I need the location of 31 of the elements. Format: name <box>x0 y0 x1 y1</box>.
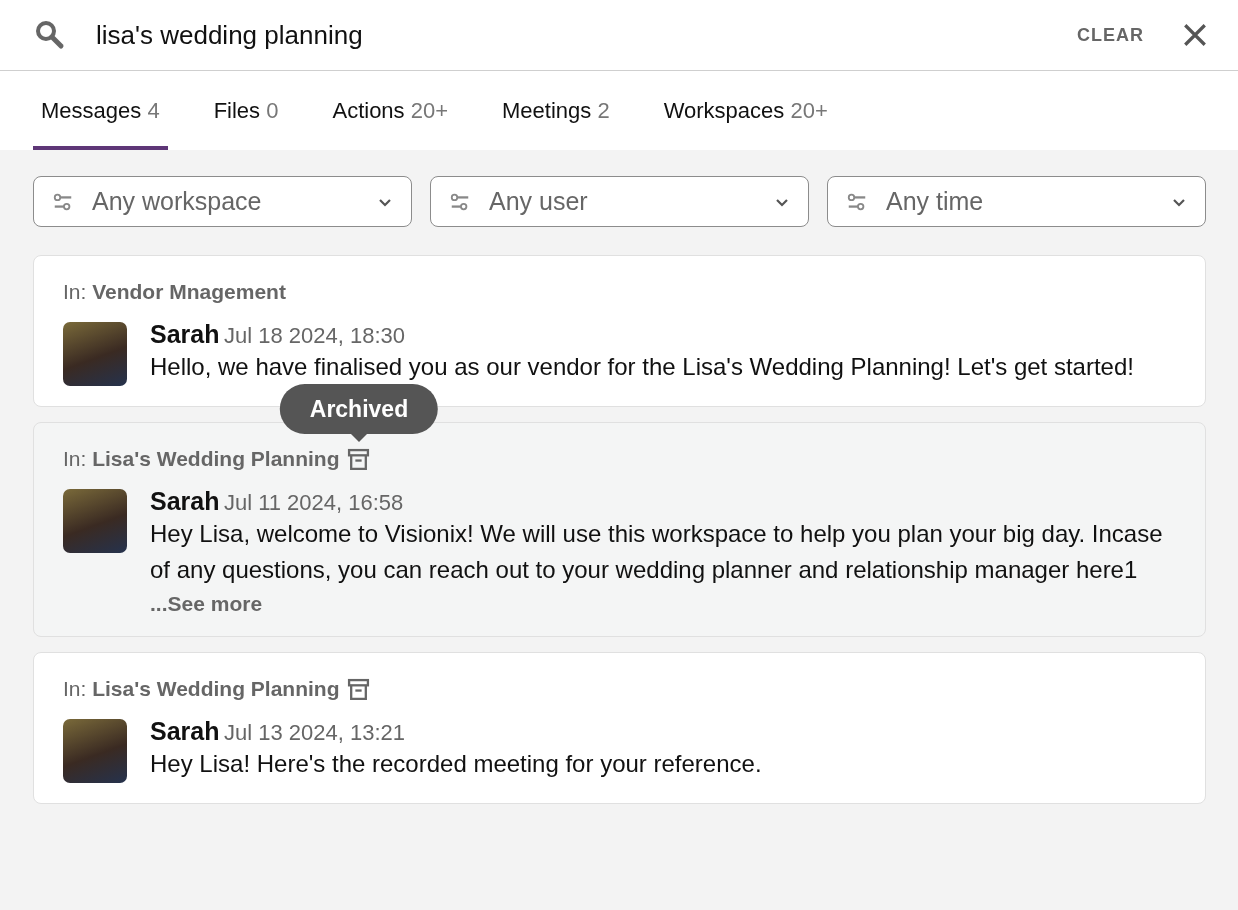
message-text: Hello, we have finalised you as our vendor for the Lisa's Wedding Planning! Let's get started! <box>150 352 1135 382</box>
search-icon <box>34 19 66 51</box>
photo-placeholder <box>63 322 127 386</box>
filter-dropdown[interactable]: Any workspace <box>33 176 412 227</box>
workspace-label: In: Lisa's Wedding Planning <box>63 677 340 701</box>
see-more-link[interactable]: ...See more <box>150 592 263 616</box>
workspace-label: In: Vendor Mnagement <box>63 280 286 304</box>
photo-placeholder <box>63 719 127 783</box>
filter-dropdown[interactable]: Any time <box>827 176 1206 227</box>
filter-dropdown[interactable]: Any user <box>430 176 809 227</box>
message-text: Hey Lisa, welcome to Visionix! We will use this workspace to help you plan your big day. Incase of any questions, you can reach out to your wedding planner and relationship manager here1 <box>150 519 1164 585</box>
timestamp: Jul 18 2024, 18:30 <box>223 323 405 348</box>
message-card[interactable]: In: Lisa's Wedding Planning Sarah Jul 13 2024, 13:21 Hey Lisa! Here's the recorded meeting for your reference. <box>33 652 1206 804</box>
tab[interactable]: Actions 20+ <box>324 71 457 150</box>
photo-placeholder <box>63 489 127 553</box>
tab[interactable]: Files 0 <box>205 71 287 150</box>
search-field[interactable]: lisa's wedding planning <box>96 15 1057 55</box>
workspace-label: In: Lisa's Wedding Planning <box>63 447 340 471</box>
message-text: Hey Lisa! Here's the recorded meeting for your reference. <box>150 749 763 779</box>
tab[interactable]: Meetings 2 <box>494 71 618 150</box>
sender-name: Sarah <box>150 320 220 348</box>
tab[interactable]: Workspaces 20+ <box>655 71 836 150</box>
timestamp: Jul 13 2024, 13:21 <box>223 720 405 745</box>
close-icon[interactable] <box>1182 22 1208 48</box>
tab[interactable]: Messages 4 <box>33 71 168 150</box>
timestamp: Jul 11 2024, 16:58 <box>223 490 404 515</box>
clear-button[interactable]: CLEAR <box>1077 24 1144 46</box>
tooltip-pointer <box>351 433 367 442</box>
sender-name: Sarah <box>150 717 220 745</box>
sender-name: Sarah <box>150 487 220 515</box>
tooltip: Archived <box>279 383 439 434</box>
